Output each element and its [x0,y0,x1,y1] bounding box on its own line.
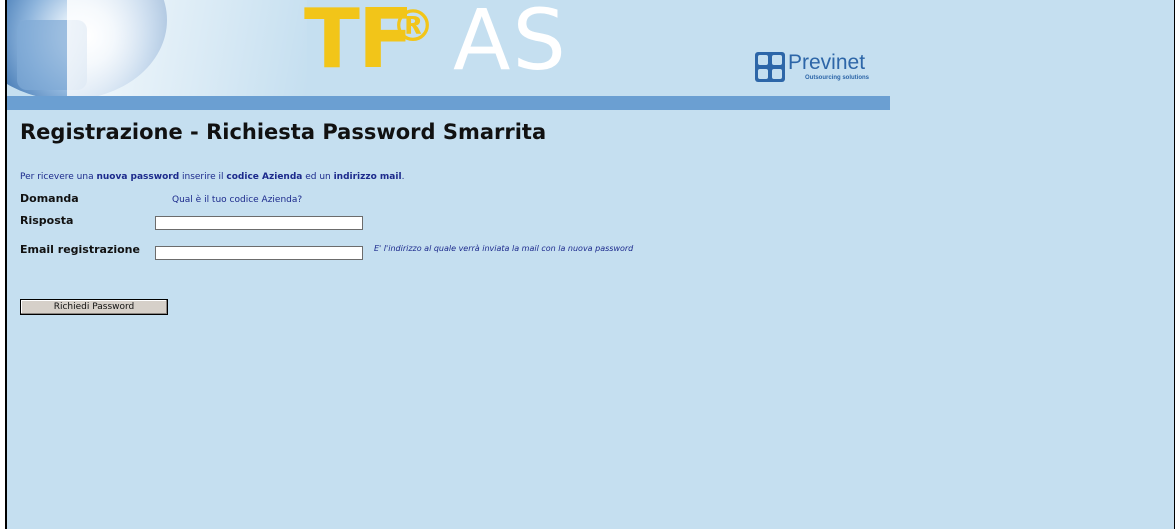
email-registrazione-label: Email registrazione [20,243,140,256]
previnet-tagline: Outsourcing solutions [805,75,869,81]
email-registrazione-input[interactable] [155,246,363,260]
risposta-input[interactable] [155,216,363,230]
intro-text-part: inserire il [179,172,227,182]
logo-registered-mark: ® [391,1,435,52]
intro-text: Per ricevere una nuova password inserire… [20,172,404,182]
previnet-logo: Previnet Outsourcing solutions [755,50,890,90]
intro-text-part: Per ricevere una [20,172,97,182]
intro-text-bold: codice Azienda [226,172,303,182]
page-title: Registrazione - Richiesta Password Smarr… [20,120,547,144]
risposta-label: Risposta [20,214,74,227]
page-frame: TF ® AS Previnet Outsourcing solutions R… [5,0,1175,529]
previnet-brand-name: Previnet [788,51,866,74]
email-hint: E' l'indirizzo al quale verrà inviata la… [374,244,634,253]
header-banner: TF ® AS Previnet Outsourcing solutions [7,0,890,96]
intro-text-part: . [401,172,405,182]
logo-as: AS [453,0,568,89]
light-flare-graphic [67,0,307,96]
intro-text-bold: nuova password [96,172,180,182]
domanda-label: Domanda [20,192,79,205]
intro-text-part: ed un [302,172,334,182]
previnet-logo-icon [755,52,785,82]
domanda-question: Qual è il tuo codice Azienda? [172,195,303,205]
intro-text-bold: indirizzo mail [333,172,402,182]
richiedi-password-button[interactable]: Richiedi Password [20,299,168,315]
header-stripe [7,96,890,110]
